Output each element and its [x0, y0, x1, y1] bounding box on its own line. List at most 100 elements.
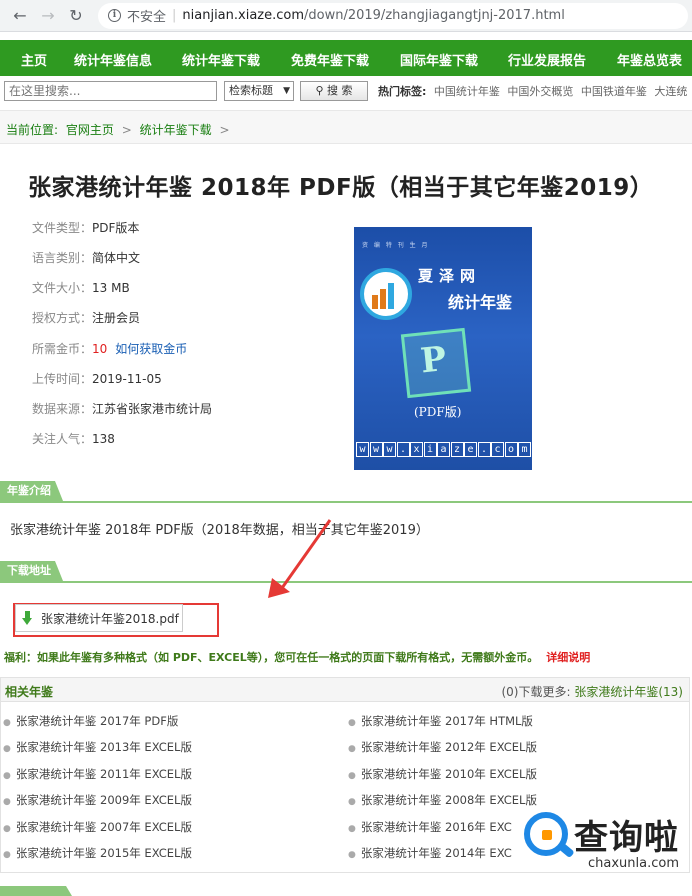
nav-item-yearbook-info[interactable]: 统计年鉴信息 [74, 50, 152, 69]
meta-language: 语言类别：简体中文 [32, 249, 140, 266]
bullet-icon: ● [348, 744, 356, 754]
related-item[interactable]: ● 张家港统计年鉴 2016年 EXC [348, 819, 512, 835]
meta-key: 文件大小： [32, 281, 93, 295]
breadcrumb-home[interactable]: 官网主页 [66, 123, 114, 137]
breadcrumb-separator: > [121, 123, 132, 137]
bullet-icon: ● [348, 850, 356, 860]
url-path: /down/2019/zhangjiagangtjnj-2017.html [304, 8, 565, 23]
magnifier-handle [557, 841, 575, 859]
cover-subtitle: 统计年鉴 [448, 293, 513, 312]
forward-arrow-icon[interactable]: → [36, 4, 60, 28]
related-item[interactable]: ● 张家港统计年鉴 2015年 EXCEL版 [3, 845, 192, 861]
bullet-icon: ● [348, 797, 356, 807]
url-host: nianjian.xiaze.com [182, 8, 305, 23]
cover-www-char: i [423, 442, 437, 457]
hot-tag[interactable]: 大连统 [654, 85, 687, 98]
meta-auth: 授权方式：注册会员 [32, 309, 140, 326]
meta-file-size: 文件大小：13 MB [32, 279, 130, 296]
cover-www-char: o [504, 442, 518, 457]
hot-tag[interactable]: 中国外交概览 [507, 85, 573, 98]
meta-coins: 所需金币：10 如何获取金币 [32, 340, 187, 357]
meta-key: 文件类型： [32, 221, 93, 235]
bullet-icon: ● [3, 718, 11, 728]
search-row: 检索标题 ▼ ⚲ 搜 索 热门标签: 中国统计年鉴 中国外交概览 中国铁道年鉴 … [0, 78, 692, 104]
search-input[interactable] [4, 81, 217, 101]
related-more-link[interactable]: 张家港统计年鉴(13) [574, 685, 683, 699]
meta-key: 关注人气： [32, 432, 93, 446]
meta-value: 江苏省张家港市统计局 [92, 402, 213, 416]
hot-tag[interactable]: 中国铁道年鉴 [581, 85, 647, 98]
related-item[interactable]: ● 张家港统计年鉴 2011年 EXCEL版 [3, 766, 192, 782]
download-file-link[interactable]: 张家港统计年鉴2018.pdf [15, 604, 183, 632]
cover-www-char: m [518, 442, 531, 457]
benefit-detail-link[interactable]: 详细说明 [546, 651, 590, 664]
bullet-icon: ● [348, 824, 356, 834]
related-item[interactable]: ● 张家港统计年鉴 2017年 HTML版 [348, 713, 533, 729]
related-item[interactable]: ● 张家港统计年鉴 2009年 EXCEL版 [3, 792, 192, 808]
meta-value: 13 MB [92, 281, 130, 295]
breadcrumb-download[interactable]: 统计年鉴下载 [140, 123, 212, 137]
meta-upload-time: 上传时间：2019-11-05 [32, 370, 162, 387]
meta-key: 所需金币： [32, 342, 93, 356]
page-title: 张家港统计年鉴 2018年 PDF版（相当于其它年鉴2019） [28, 175, 654, 201]
related-item[interactable]: ● 张家港统计年鉴 2013年 EXCEL版 [3, 739, 192, 755]
nav-item-intl-download[interactable]: 国际年鉴下载 [400, 50, 478, 69]
related-item[interactable]: ● 张家港统计年鉴 2017年 PDF版 [3, 713, 178, 729]
related-item[interactable]: ● 张家港统计年鉴 2014年 EXC [348, 845, 512, 861]
related-item[interactable]: ● 张家港统计年鉴 2010年 EXCEL版 [348, 766, 537, 782]
search-button-label: 搜 索 [327, 84, 353, 97]
address-bar[interactable]: i 不安全 | nianjian.xiaze.com/down/2019/zha… [98, 2, 688, 29]
cover-www-char: w [383, 442, 396, 457]
nav-item-free-download[interactable]: 免费年鉴下载 [291, 50, 369, 69]
hot-tags: 热门标签: 中国统计年鉴 中国外交概览 中国铁道年鉴 大连统 [378, 83, 687, 99]
related-item[interactable]: ● 张家港统计年鉴 2008年 EXCEL版 [348, 792, 537, 808]
meta-value: 138 [92, 432, 115, 446]
bullet-icon: ● [3, 797, 11, 807]
back-arrow-icon[interactable]: ← [8, 4, 32, 28]
cover-www-char: w [369, 442, 383, 457]
intro-text: 张家港统计年鉴 2018年 PDF版（2018年数据，相当于其它年鉴2019） [10, 523, 429, 538]
bar-chart-icon-bar [372, 295, 378, 309]
get-coins-link[interactable]: 如何获取金币 [115, 342, 187, 356]
nav-item-overview[interactable]: 年鉴总览表 [617, 50, 682, 69]
bullet-icon: ● [348, 771, 356, 781]
meta-coins-value: 10 [92, 342, 108, 356]
intro-section-tab: 年鉴介绍 [0, 481, 63, 501]
search-field-select[interactable]: 检索标题 ▼ [224, 81, 294, 101]
cover-pdf-text: (PDF版) [414, 405, 462, 419]
related-item[interactable]: ● 张家港统计年鉴 2012年 EXCEL版 [348, 739, 537, 755]
related-item-label: 张家港统计年鉴 2013年 EXCEL版 [15, 740, 192, 754]
url-separator: | [172, 8, 177, 23]
related-header: 相关年鉴 (0)下载更多: 张家港统计年鉴(13) [1, 678, 689, 702]
pdf-logo-icon: P [400, 327, 472, 399]
related-item[interactable]: ● 张家港统计年鉴 2007年 EXCEL版 [3, 819, 192, 835]
nav-item-home[interactable]: 主页 [21, 50, 47, 69]
nav-item-yearbook-download[interactable]: 统计年鉴下载 [182, 50, 260, 69]
meta-source: 数据来源：江苏省张家港市统计局 [32, 400, 212, 417]
related-item-label: 张家港统计年鉴 2010年 EXCEL版 [360, 767, 537, 781]
bullet-icon: ● [3, 850, 11, 860]
download-section-tab: 下载地址 [0, 561, 63, 581]
search-button[interactable]: ⚲ 搜 索 [300, 81, 368, 101]
hot-tag[interactable]: 中国统计年鉴 [434, 85, 500, 98]
info-icon[interactable]: i [108, 9, 121, 22]
related-item-label: 张家港统计年鉴 2012年 EXCEL版 [360, 740, 537, 754]
breadcrumb: 当前位置: 官网主页 > 统计年鉴下载 > [0, 110, 692, 144]
meta-value: 2019-11-05 [92, 372, 162, 386]
reload-icon[interactable]: ↻ [64, 4, 88, 28]
cover-www-char: e [464, 442, 477, 457]
meta-value: PDF版本 [92, 221, 140, 235]
meta-value: 注册会员 [92, 311, 141, 325]
meta-value: 简体中文 [92, 251, 141, 265]
related-item-label: 张家港统计年鉴 2017年 HTML版 [360, 714, 533, 728]
meta-popularity: 关注人气：138 [32, 430, 115, 447]
cover-www-char: x [410, 442, 423, 457]
pdf-logo-letter: P [418, 339, 449, 382]
nav-item-industry-report[interactable]: 行业发展报告 [508, 50, 586, 69]
bullet-icon: ● [3, 771, 11, 781]
cover-www-char: a [437, 442, 450, 457]
watermark-domain: chaxunla.com [588, 856, 679, 871]
meta-key: 语言类别： [32, 251, 93, 265]
insecure-label: 不安全 [127, 10, 167, 25]
intro-section-header: 年鉴介绍 [0, 481, 692, 503]
